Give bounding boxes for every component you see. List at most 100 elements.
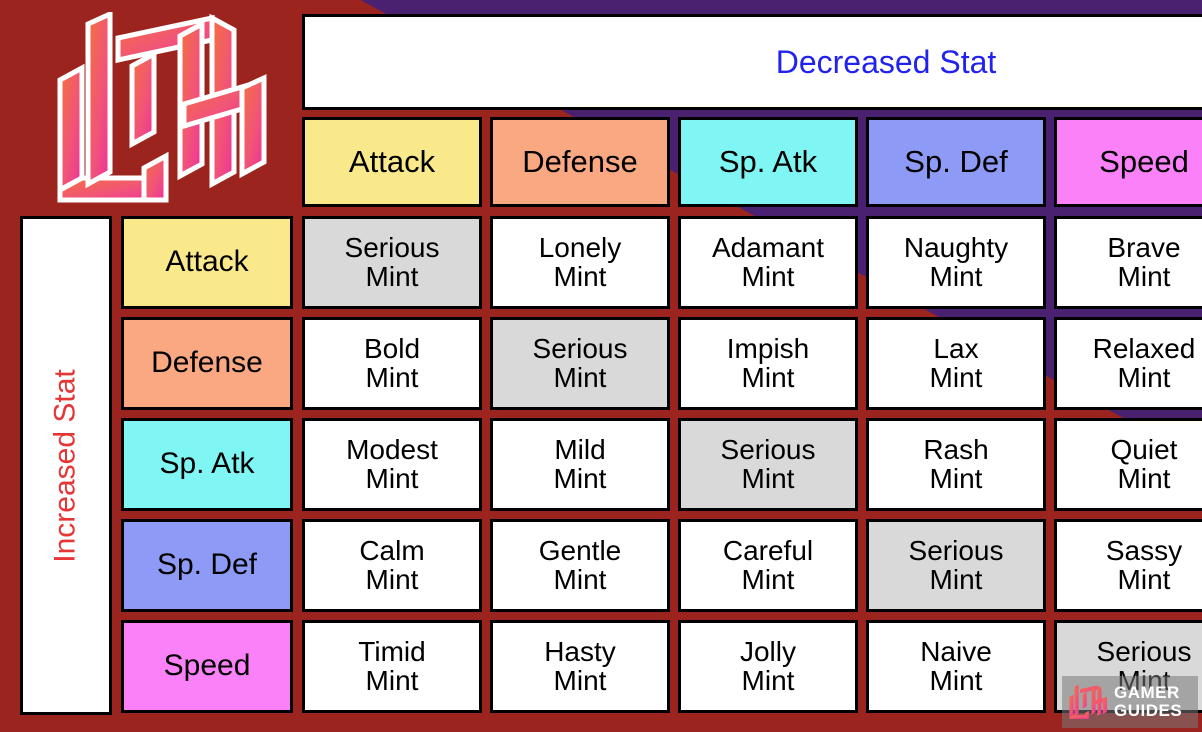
mint-word: Mint bbox=[365, 361, 419, 393]
mint-word: Mint bbox=[365, 462, 419, 494]
mint-word: Mint bbox=[741, 361, 795, 393]
cell-speed-defense: Hasty Mint bbox=[490, 620, 670, 713]
mint-word: Mint bbox=[929, 260, 983, 292]
nature-name: Jolly bbox=[739, 635, 796, 667]
gamer-guides-watermark-icon bbox=[1069, 684, 1107, 719]
table-row: Defense Bold Mint Serious Mint Impish Mi… bbox=[121, 317, 1202, 410]
cell-spdef-attack: Calm Mint bbox=[302, 519, 482, 612]
watermark-line-1: GAMER bbox=[1114, 683, 1180, 703]
cell-spatk-attack: Modest Mint bbox=[302, 418, 482, 511]
mint-word: Mint bbox=[553, 361, 607, 393]
column-header-speed: Speed bbox=[1054, 117, 1202, 207]
decreased-stat-header-row: Decreased Stat bbox=[302, 14, 1202, 110]
cell-speed-spatk: Jolly Mint bbox=[678, 620, 858, 713]
table-row: Attack Serious Mint Lonely Mint Adamant … bbox=[121, 216, 1202, 309]
cell-defense-spdef: Lax Mint bbox=[866, 317, 1046, 410]
mint-word: Mint bbox=[365, 563, 419, 595]
cell-spdef-spatk: Careful Mint bbox=[678, 519, 858, 612]
cell-spatk-defense: Mild Mint bbox=[490, 418, 670, 511]
nature-mint-table: Decreased Stat Attack Defense Sp. Atk Sp… bbox=[20, 14, 1202, 718]
row-header-sp-atk: Sp. Atk bbox=[121, 418, 293, 511]
nature-name: Serious bbox=[1096, 635, 1192, 667]
cell-spatk-spdef: Rash Mint bbox=[866, 418, 1046, 511]
nature-name: Timid bbox=[358, 635, 426, 667]
mint-word: Mint bbox=[553, 260, 607, 292]
row-header-attack: Attack bbox=[121, 216, 293, 309]
nature-name: Gentle bbox=[538, 534, 622, 566]
nature-name: Hasty bbox=[544, 635, 616, 667]
table-body: Increased Stat Attack Serious Mint Lonel… bbox=[20, 216, 1202, 715]
column-header-sp-atk: Sp. Atk bbox=[678, 117, 858, 207]
table-row: Sp. Atk Modest Mint Mild Mint Serious Mi… bbox=[121, 418, 1202, 511]
chart-canvas: Decreased Stat Attack Defense Sp. Atk Sp… bbox=[0, 0, 1202, 732]
column-header-defense: Defense bbox=[490, 117, 670, 207]
mint-word: Mint bbox=[553, 462, 607, 494]
nature-name: Bold bbox=[363, 332, 421, 364]
mint-word: Mint bbox=[1117, 563, 1171, 595]
mint-word: Mint bbox=[365, 260, 419, 292]
column-header-sp-def: Sp. Def bbox=[866, 117, 1046, 207]
mint-word: Mint bbox=[553, 563, 607, 595]
column-header-attack: Attack bbox=[302, 117, 482, 207]
cell-spatk-spatk: Serious Mint bbox=[678, 418, 858, 511]
mint-word: Mint bbox=[929, 664, 983, 696]
cell-speed-attack: Timid Mint bbox=[302, 620, 482, 713]
gamer-guides-watermark: GAMER GUIDES bbox=[1062, 676, 1198, 728]
cell-spdef-speed: Sassy Mint bbox=[1054, 519, 1202, 612]
increased-stat-rail: Increased Stat bbox=[20, 216, 112, 715]
nature-name: Serious bbox=[720, 433, 816, 465]
mint-word: Mint bbox=[1117, 462, 1171, 494]
nature-name: Lonely bbox=[538, 231, 622, 263]
mint-word: Mint bbox=[741, 563, 795, 595]
nature-name: Modest bbox=[346, 433, 438, 465]
data-rows: Attack Serious Mint Lonely Mint Adamant … bbox=[121, 216, 1202, 715]
cell-attack-speed: Brave Mint bbox=[1054, 216, 1202, 309]
nature-name: Serious bbox=[532, 332, 628, 364]
nature-name: Serious bbox=[908, 534, 1004, 566]
watermark-line-2: GUIDES bbox=[1114, 701, 1183, 720]
nature-name: Mild bbox=[554, 433, 606, 465]
nature-name: Naughty bbox=[903, 231, 1009, 263]
mint-word: Mint bbox=[553, 664, 607, 696]
nature-name: Serious bbox=[344, 231, 440, 263]
mint-word: Mint bbox=[929, 462, 983, 494]
mint-word: Mint bbox=[929, 563, 983, 595]
mint-word: Mint bbox=[365, 664, 419, 696]
mint-word: Mint bbox=[741, 462, 795, 494]
nature-name: Impish bbox=[726, 332, 810, 364]
mint-word: Mint bbox=[1117, 260, 1171, 292]
nature-name: Adamant bbox=[711, 231, 825, 263]
cell-attack-spdef: Naughty Mint bbox=[866, 216, 1046, 309]
cell-attack-spatk: Adamant Mint bbox=[678, 216, 858, 309]
nature-name: Careful bbox=[722, 534, 814, 566]
cell-spdef-spdef: Serious Mint bbox=[866, 519, 1046, 612]
mint-word: Mint bbox=[929, 361, 983, 393]
watermark-text: GAMER GUIDES bbox=[1114, 684, 1182, 720]
mint-word: Mint bbox=[741, 664, 795, 696]
cell-spdef-defense: Gentle Mint bbox=[490, 519, 670, 612]
column-header-row: Attack Defense Sp. Atk Sp. Def Speed bbox=[302, 117, 1202, 207]
increased-stat-label: Increased Stat bbox=[49, 368, 83, 563]
nature-name: Quiet bbox=[1110, 433, 1178, 465]
mint-word: Mint bbox=[741, 260, 795, 292]
table-row: Speed Timid Mint Hasty Mint Jolly Mint N… bbox=[121, 620, 1202, 713]
row-header-defense: Defense bbox=[121, 317, 293, 410]
nature-name: Lax bbox=[933, 332, 979, 364]
row-header-speed: Speed bbox=[121, 620, 293, 713]
decreased-stat-banner: Decreased Stat bbox=[302, 14, 1202, 110]
nature-name: Brave bbox=[1107, 231, 1181, 263]
row-header-sp-def: Sp. Def bbox=[121, 519, 293, 612]
cell-defense-defense: Serious Mint bbox=[490, 317, 670, 410]
nature-name: Calm bbox=[359, 534, 425, 566]
cell-defense-attack: Bold Mint bbox=[302, 317, 482, 410]
cell-speed-spdef: Naive Mint bbox=[866, 620, 1046, 713]
nature-name: Rash bbox=[923, 433, 989, 465]
cell-attack-attack: Serious Mint bbox=[302, 216, 482, 309]
cell-defense-speed: Relaxed Mint bbox=[1054, 317, 1202, 410]
table-row: Sp. Def Calm Mint Gentle Mint Careful Mi… bbox=[121, 519, 1202, 612]
nature-name: Naive bbox=[920, 635, 992, 667]
cell-attack-defense: Lonely Mint bbox=[490, 216, 670, 309]
cell-spatk-speed: Quiet Mint bbox=[1054, 418, 1202, 511]
cell-defense-spatk: Impish Mint bbox=[678, 317, 858, 410]
mint-word: Mint bbox=[1117, 361, 1171, 393]
